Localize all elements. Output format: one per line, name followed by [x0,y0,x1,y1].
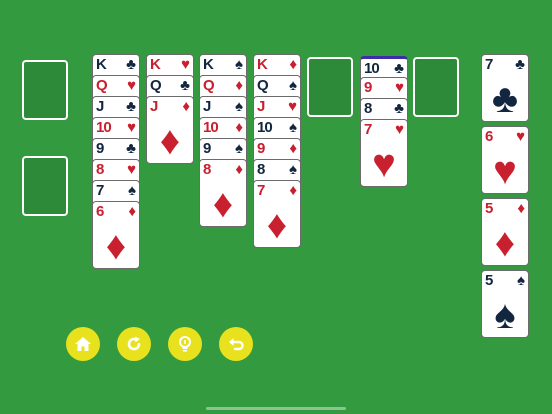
playing-card[interactable]: 7 ♦ ♦ [253,180,301,248]
card-suit-icon: ♥ [395,121,404,138]
card-suit-icon: ♠ [289,161,297,178]
home-icon [75,337,91,351]
card-rank: 9 [257,140,265,157]
card-suit-icon: ♠ [235,98,243,115]
card-suit-icon: ♣ [126,56,136,73]
card-rank: 7 [485,56,493,73]
card-suit-icon: ♥ [516,128,525,145]
card-suit-icon: ♦ [235,119,243,136]
playing-card[interactable]: 8 ♦ ♦ [199,159,247,227]
card-rank: K [257,56,268,73]
card-suit-icon: ♠ [517,272,525,289]
card-suit-icon: ♦ [235,77,243,94]
card-center-suit-icon: ♦ [159,119,181,163]
card-rank: J [203,98,211,115]
card-center-suit-icon: ♣ [491,77,519,121]
card-rank: 10 [203,119,219,136]
foundation-card[interactable]: 5 ♠ ♠ [481,270,529,338]
lightbulb-icon [179,336,191,352]
card-center-suit-icon: ♦ [266,203,288,247]
card-rank: 9 [203,140,211,157]
card-rank: 5 [485,272,493,289]
card-rank: 8 [203,161,211,178]
playing-card[interactable]: 6 ♦ ♦ [92,201,140,269]
card-suit-icon: ♦ [235,161,243,178]
card-suit-icon: ♥ [181,56,190,73]
card-suit-icon: ♥ [127,77,136,94]
card-center-suit-icon: ♦ [212,182,234,226]
card-center-suit-icon: ♦ [105,224,127,268]
card-rank: J [96,98,104,115]
card-rank: K [203,56,214,73]
card-rank: Q [257,77,269,94]
card-rank: 8 [96,161,104,178]
card-rank: K [96,56,107,73]
card-rank: 8 [257,161,265,178]
card-suit-icon: ♦ [289,182,297,199]
empty-slot-top-left[interactable] [22,60,68,120]
card-rank: 7 [96,182,104,199]
card-rank: 10 [364,60,380,77]
home-button[interactable] [66,327,100,361]
card-rank: J [150,98,158,115]
card-rank: 9 [364,79,372,96]
card-suit-icon: ♣ [515,56,525,73]
card-center-suit-icon: ♥ [493,149,517,193]
card-suit-icon: ♠ [235,140,243,157]
card-suit-icon: ♦ [182,98,190,115]
playing-card[interactable]: J ♦ ♦ [146,96,194,164]
card-rank: 7 [257,182,265,199]
foundation-card[interactable]: 6 ♥ ♥ [481,126,529,194]
card-rank: 6 [485,128,493,145]
card-suit-icon: ♠ [235,56,243,73]
card-rank: 5 [485,200,493,217]
foundation-card[interactable]: 7 ♣ ♣ [481,54,529,122]
foundation-card[interactable]: 5 ♦ ♦ [481,198,529,266]
card-rank: 8 [364,100,372,117]
card-center-suit-icon: ♦ [494,221,516,265]
restart-button[interactable] [117,327,151,361]
card-suit-icon: ♣ [126,98,136,115]
undo-button[interactable] [219,327,253,361]
card-rank: 10 [96,119,112,136]
card-suit-icon: ♣ [394,60,404,77]
card-rank: J [257,98,265,115]
home-indicator [206,407,346,410]
card-suit-icon: ♣ [180,77,190,94]
card-rank: 6 [96,203,104,220]
card-suit-icon: ♠ [289,119,297,136]
card-suit-icon: ♥ [127,161,136,178]
card-suit-icon: ♣ [394,100,404,117]
card-suit-icon: ♠ [128,182,136,199]
card-suit-icon: ♦ [128,203,136,220]
empty-slot-pile-5[interactable] [307,57,353,117]
card-rank: Q [203,77,215,94]
card-suit-icon: ♦ [517,200,525,217]
card-suit-icon: ♠ [289,77,297,94]
restart-icon [127,336,141,351]
card-rank: Q [150,77,162,94]
card-center-suit-icon: ♥ [372,142,396,186]
card-suit-icon: ♥ [288,98,297,115]
card-center-suit-icon: ♠ [494,293,516,337]
card-suit-icon: ♥ [395,79,404,96]
card-rank: 7 [364,121,372,138]
card-suit-icon: ♥ [127,119,136,136]
card-rank: 10 [257,119,273,136]
card-rank: K [150,56,161,73]
card-suit-icon: ♦ [289,56,297,73]
playing-card[interactable]: 7 ♥ ♥ [360,119,408,187]
card-suit-icon: ♦ [289,140,297,157]
empty-slot-pile-7[interactable] [413,57,459,117]
hint-button[interactable] [168,327,202,361]
card-rank: 9 [96,140,104,157]
empty-slot-bottom-left[interactable] [22,156,68,216]
card-rank: Q [96,77,108,94]
card-suit-icon: ♣ [126,140,136,157]
undo-icon [229,338,244,351]
